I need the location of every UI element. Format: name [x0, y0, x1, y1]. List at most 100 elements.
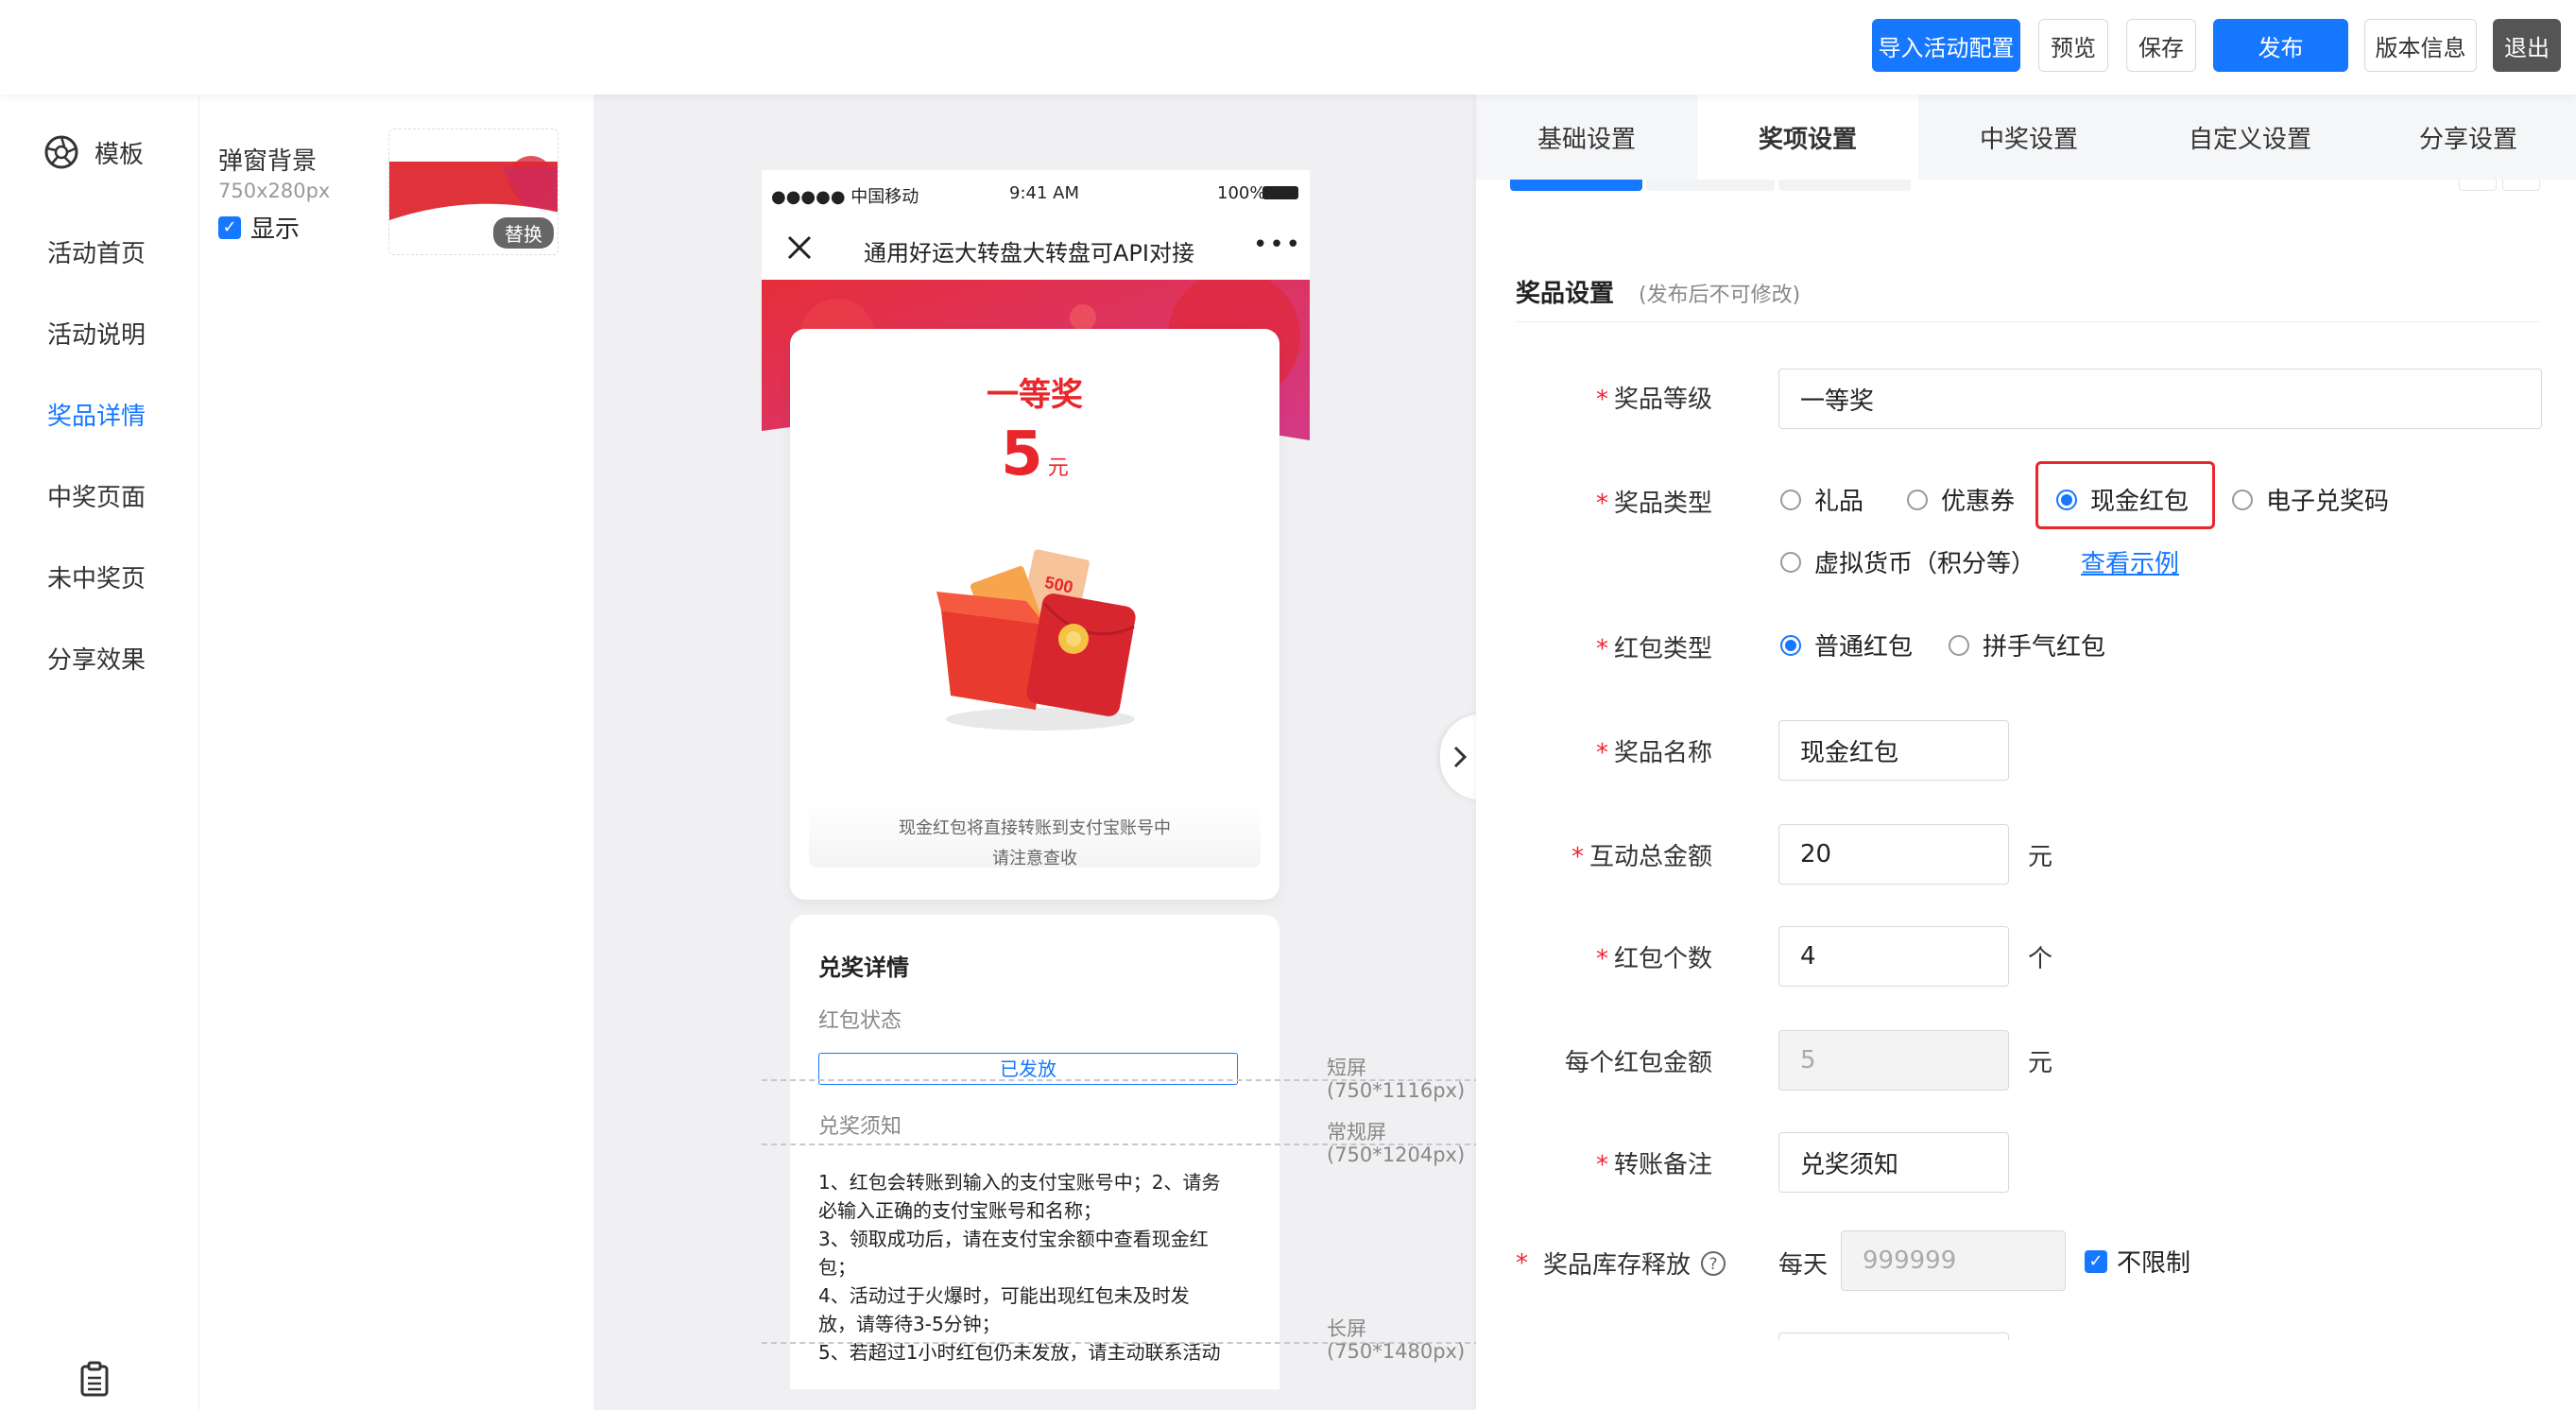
- red-packet-illustration: 500: [936, 549, 1136, 731]
- short-screen-label: 短屏 (750*1116px): [1327, 1057, 1465, 1102]
- name-label: * 奖品名称: [1595, 739, 1712, 767]
- long-screen-label: 长屏 (750*1480px): [1327, 1317, 1465, 1363]
- replace-button[interactable]: 替换: [493, 217, 554, 249]
- prize-level-input[interactable]: 一等奖: [1778, 369, 2542, 429]
- packet-radio-lucky[interactable]: 拼手气红包: [1949, 628, 2105, 662]
- phone-page-title: 通用好运大转盘大转盘可API对接: [864, 240, 1194, 267]
- remark-label: * 转账备注: [1595, 1151, 1712, 1179]
- transfer-remark-input[interactable]: 兑奖须知: [1778, 1132, 2009, 1193]
- total-label: * 互动总金额: [1571, 843, 1712, 871]
- settings-panel: 基础设置 奖项设置 中奖设置 自定义设置 分享设置 奖品设置 (发布后不可修改)…: [1476, 95, 2576, 1410]
- type-radio-cash-packet[interactable]: 现金红包: [2056, 482, 2189, 517]
- packet-count-input[interactable]: 4: [1778, 926, 2009, 987]
- prize-level-text: 一等奖: [987, 376, 1083, 414]
- phone-nav-bar: 通用好运大转盘大转盘可API对接 •••: [762, 217, 1310, 280]
- prize-card: 一等奖 5 元 500 现金红包将直接转账到支付宝账号中 请注意查收: [790, 329, 1279, 900]
- type-label-text: 奖品类型: [1613, 490, 1712, 518]
- subtab-control[interactable]: [2502, 180, 2540, 191]
- view-example-link[interactable]: 查看示例: [2081, 544, 2179, 579]
- type-radio-redeem-code[interactable]: 电子兑奖码: [2232, 482, 2389, 517]
- radio-selected-icon: [1780, 634, 1801, 656]
- carrier-text: ●●●●● 中国移动: [771, 187, 919, 207]
- next-field-partial: [1778, 1333, 2009, 1340]
- prize-subtab-active[interactable]: [1510, 180, 1642, 191]
- notice-text: 1、红包会转账到输入的支付宝账号中；2、请务 必输入正确的支付宝账号和名称； 3…: [818, 1168, 1253, 1367]
- total-label-text: 互动总金额: [1589, 843, 1712, 871]
- long-screen-title: 长屏: [1327, 1317, 1366, 1340]
- name-label-text: 奖品名称: [1613, 739, 1712, 767]
- type-option-label: 虚拟货币（积分等）: [1814, 550, 2036, 578]
- total-amount-input[interactable]: 20: [1778, 824, 2009, 885]
- required-star: *: [1516, 1248, 1528, 1278]
- tab-prize[interactable]: 奖项设置: [1697, 95, 1918, 180]
- type-radio-virtual-currency[interactable]: 虚拟货币（积分等）: [1780, 544, 2035, 579]
- tab-winning[interactable]: 中奖设置: [1918, 95, 2139, 180]
- prize-amount-value: 5: [1001, 420, 1043, 490]
- packet-radio-normal[interactable]: 普通红包: [1780, 628, 1913, 662]
- radio-icon: [1780, 551, 1801, 573]
- nav-item-home[interactable]: 活动首页: [47, 234, 146, 269]
- close-icon[interactable]: [786, 234, 813, 261]
- preview-button[interactable]: 预览: [2038, 19, 2108, 72]
- stock-label-text: 奖品库存释放: [1543, 1251, 1692, 1280]
- nav-item-prize-details[interactable]: 奖品详情: [47, 397, 146, 432]
- show-checkbox[interactable]: ✓ 显示: [218, 210, 300, 245]
- tab-basic[interactable]: 基础设置: [1476, 95, 1697, 180]
- save-button[interactable]: 保存: [2126, 19, 2196, 72]
- radio-icon: [1949, 634, 1969, 656]
- prize-subtab[interactable]: [1778, 180, 1911, 191]
- clipboard-icon[interactable]: [79, 1361, 110, 1397]
- type-label: * 奖品类型: [1595, 490, 1712, 518]
- svg-text:?: ?: [1709, 1255, 1718, 1274]
- version-info-button[interactable]: 版本信息: [2364, 19, 2477, 72]
- type-radio-gift[interactable]: 礼品: [1780, 482, 1863, 517]
- checkbox-checked-icon: ✓: [218, 215, 241, 239]
- exit-button[interactable]: 退出: [2493, 19, 2561, 72]
- packet-option-label: 普通红包: [1814, 633, 1914, 662]
- nav-item-win-page[interactable]: 中奖页面: [47, 478, 146, 513]
- nav-item-lose-page[interactable]: 未中奖页: [47, 559, 146, 594]
- popup-bg-size: 750x280px: [218, 180, 331, 202]
- short-screen-title: 短屏: [1327, 1057, 1366, 1079]
- stock-per-day: 每天: [1778, 1251, 1829, 1280]
- tab-share[interactable]: 分享设置: [2361, 95, 2576, 180]
- count-unit: 个: [2028, 945, 2053, 973]
- help-icon[interactable]: ?: [1700, 1250, 1726, 1277]
- battery-text: 100%: [1217, 183, 1266, 203]
- status-bar: ●●●●● 中国移动 9:41 AM 100%: [762, 170, 1310, 217]
- prize-name-input[interactable]: 现金红包: [1778, 720, 2009, 781]
- type-radio-coupon[interactable]: 优惠券: [1907, 482, 2015, 517]
- chevron-right-icon: [1453, 746, 1468, 768]
- section-title: 奖品设置: [1516, 280, 1615, 308]
- type-option-label: 优惠券: [1941, 488, 2016, 516]
- nav-item-description[interactable]: 活动说明: [47, 316, 146, 351]
- each-label: 每个红包金额: [1533, 1043, 1712, 1078]
- publish-button[interactable]: 发布: [2213, 19, 2348, 72]
- tip-box: 现金红包将直接转账到支付宝账号中 请注意查收: [809, 801, 1261, 868]
- stock-label: * 奖品库存释放 ?: [1516, 1246, 1726, 1281]
- long-screen-size: (750*1480px): [1327, 1340, 1466, 1363]
- total-unit: 元: [2028, 843, 2053, 871]
- notice-line: 1、红包会转账到输入的支付宝账号中；2、请务: [818, 1171, 1221, 1194]
- normal-screen-title: 常规屏: [1327, 1121, 1386, 1143]
- more-icon[interactable]: •••: [1253, 231, 1302, 259]
- nav-item-share[interactable]: 分享效果: [47, 641, 146, 676]
- panel-toggle-button[interactable]: [1440, 714, 1480, 800]
- import-config-button[interactable]: 导入活动配置: [1872, 19, 2020, 72]
- checkbox-checked-icon: ✓: [2085, 1249, 2107, 1273]
- popup-bg-title: 弹窗背景: [218, 147, 318, 176]
- packet-type-label-text: 红包类型: [1613, 635, 1712, 663]
- tip-line-2: 请注意查收: [992, 849, 1077, 868]
- prize-subtab[interactable]: [1646, 180, 1775, 191]
- remark-label-text: 转账备注: [1613, 1151, 1712, 1179]
- count-label: * 红包个数: [1595, 945, 1712, 973]
- prize-amount: 5 元: [790, 420, 1279, 490]
- tab-custom[interactable]: 自定义设置: [2139, 95, 2361, 180]
- status-label: 红包状态: [818, 1009, 902, 1033]
- normal-screen-size: (750*1204px): [1327, 1143, 1466, 1166]
- level-label-text: 奖品等级: [1613, 386, 1712, 414]
- notice-line: 3、领取成功后，请在支付宝余额中查看现金红: [818, 1228, 1209, 1250]
- template-header[interactable]: 模板: [43, 134, 144, 170]
- subtab-control[interactable]: [2459, 180, 2497, 191]
- unlimited-checkbox[interactable]: ✓ 不限制: [2085, 1244, 2190, 1279]
